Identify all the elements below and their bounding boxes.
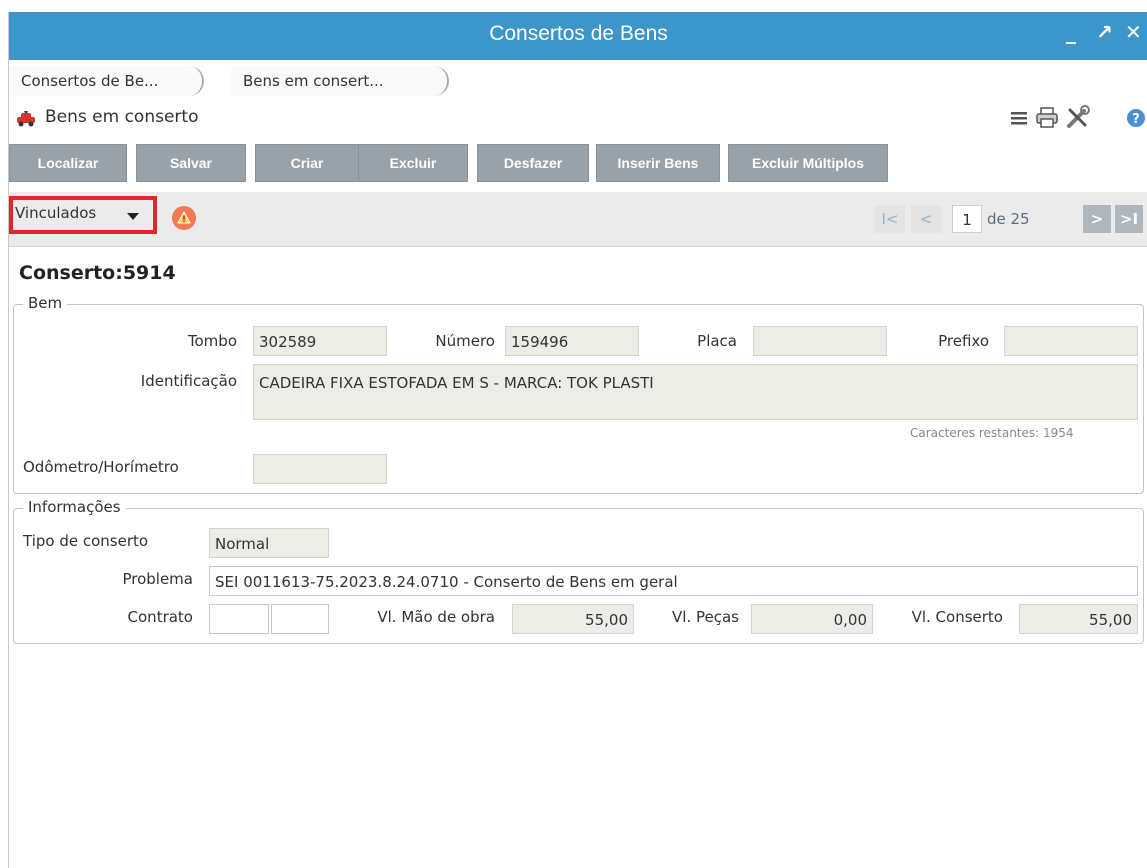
tools-icon[interactable] <box>1064 104 1092 130</box>
navigation-row: Vinculados I< < 1 de 25 > >I <box>9 192 1147 247</box>
excluir-button[interactable]: Excluir <box>358 144 468 182</box>
svg-text:?: ? <box>1132 112 1140 127</box>
odometro-field[interactable] <box>253 454 387 484</box>
title-bar: Consertos de Bens _ ↗ ✕ <box>9 12 1147 60</box>
vinculados-dropdown[interactable]: Vinculados <box>9 196 157 234</box>
window: Consertos de Bens _ ↗ ✕ Consertos de Be.… <box>8 12 1147 868</box>
placa-field[interactable] <box>753 326 887 356</box>
contrato-field-1[interactable] <box>209 604 269 634</box>
prefixo-field[interactable] <box>1004 326 1138 356</box>
vl-conserto-field[interactable]: 55,00 <box>1019 604 1138 634</box>
window-title: Consertos de Bens <box>489 22 668 45</box>
caret-down-icon <box>127 213 139 220</box>
help-icon[interactable]: ? <box>1124 104 1147 130</box>
tombo-label: Tombo <box>187 332 237 350</box>
identificacao-label: Identificação <box>140 372 237 390</box>
breadcrumb: Consertos de Be... Bens em consert... <box>9 60 1147 98</box>
page-number-input[interactable]: 1 <box>952 205 982 233</box>
warning-icon[interactable] <box>172 206 196 230</box>
pecas-field[interactable]: 0,00 <box>751 604 873 634</box>
problema-label: Problema <box>122 570 193 588</box>
excluir-multiplos-button[interactable]: Excluir Múltiplos <box>728 144 888 182</box>
repair-car-icon <box>17 111 35 127</box>
page-caption: Bens em conserto <box>45 107 199 127</box>
mao-de-obra-field[interactable]: 55,00 <box>512 604 634 634</box>
desfazer-button[interactable]: Desfazer <box>477 144 589 182</box>
page-header: Bens em conserto ? <box>9 98 1147 138</box>
print-icon[interactable] <box>1034 104 1062 130</box>
next-page-button[interactable]: > <box>1083 205 1111 233</box>
tombo-field[interactable]: 302589 <box>253 326 387 356</box>
first-page-button[interactable]: I< <box>875 205 905 233</box>
identificacao-textarea[interactable]: CADEIRA FIXA ESTOFADA EM S - MARCA: TOK … <box>253 364 1138 420</box>
menu-icon[interactable] <box>1009 104 1031 130</box>
record-title: Conserto:5914 <box>19 262 176 284</box>
maximize-icon[interactable]: ↗ <box>1096 20 1113 44</box>
numero-field[interactable]: 159496 <box>505 326 639 356</box>
numero-label: Número <box>435 332 495 350</box>
tipo-conserto-label: Tipo de conserto <box>23 532 149 550</box>
vl-conserto-label: Vl. Conserto <box>911 608 1003 626</box>
prev-page-button[interactable]: < <box>911 205 941 233</box>
problema-field[interactable]: SEI 0011613-75.2023.8.24.0710 - Conserto… <box>209 566 1138 596</box>
close-icon[interactable]: ✕ <box>1125 20 1142 44</box>
toolbar: Localizar Salvar Criar Excluir Desfazer … <box>9 138 1147 186</box>
bem-legend: Bem <box>23 294 68 312</box>
contrato-label: Contrato <box>127 608 193 626</box>
minimize-icon[interactable]: _ <box>1066 20 1076 44</box>
breadcrumb-bens[interactable]: Bens em consert... <box>231 66 449 96</box>
breadcrumb-consertos[interactable]: Consertos de Be... <box>9 66 204 96</box>
salvar-button[interactable]: Salvar <box>136 144 246 182</box>
prefixo-label: Prefixo <box>938 332 989 350</box>
inserir-bens-button[interactable]: Inserir Bens <box>596 144 720 182</box>
caracteres-restantes: Caracteres restantes: 1954 <box>908 426 1076 440</box>
vinculados-label: Vinculados <box>15 204 97 222</box>
mao-de-obra-label: Vl. Mão de obra <box>377 608 495 626</box>
odometro-label: Odômetro/Horímetro <box>23 458 179 476</box>
contrato-field-2[interactable] <box>271 604 329 634</box>
placa-label: Placa <box>697 332 737 350</box>
localizar-button[interactable]: Localizar <box>9 144 127 182</box>
criar-button[interactable]: Criar <box>255 144 359 182</box>
pecas-label: Vl. Peças <box>672 608 739 626</box>
last-page-button[interactable]: >I <box>1115 205 1143 233</box>
tipo-conserto-field[interactable]: Normal <box>209 528 329 558</box>
page-count: de 25 <box>987 210 1030 228</box>
informacoes-legend: Informações <box>23 498 126 516</box>
